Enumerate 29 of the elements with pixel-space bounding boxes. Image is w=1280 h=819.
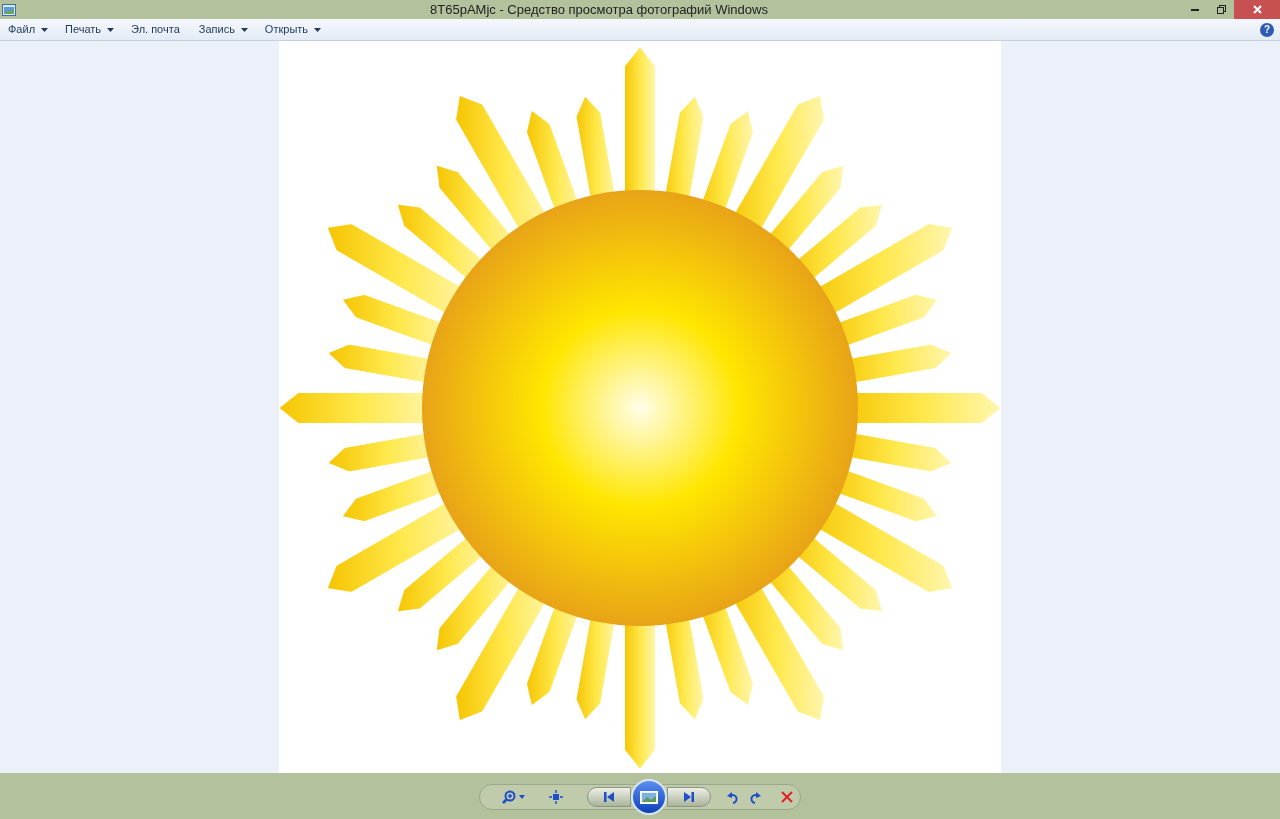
menu-item[interactable]: Запись: [194, 19, 252, 40]
close-button[interactable]: [1234, 0, 1280, 19]
app-icon[interactable]: [2, 3, 16, 16]
rotate-left-button[interactable]: [727, 790, 739, 804]
window-title: 8T65pAMjc - Средство просмотра фотографий Windows: [430, 1, 768, 17]
rotate-right-icon: [749, 790, 761, 804]
next-button[interactable]: [667, 787, 711, 807]
fit-icon: [549, 790, 563, 804]
rotate-right-button[interactable]: [749, 790, 761, 804]
previous-button[interactable]: [587, 787, 631, 807]
previous-icon: [604, 792, 614, 802]
minimize-icon: [1191, 8, 1199, 11]
slideshow-button[interactable]: [631, 779, 667, 815]
menu-item[interactable]: Открыть: [260, 19, 326, 40]
help-button[interactable]: ?: [1260, 22, 1274, 37]
close-icon: [1252, 5, 1262, 14]
menu-item[interactable]: Печать: [61, 19, 119, 40]
rotate-left-icon: [727, 790, 739, 804]
delete-icon: [781, 791, 793, 803]
next-icon: [684, 792, 694, 802]
menu-item[interactable]: Эл. почта: [127, 19, 184, 40]
zoom-icon: [502, 790, 516, 804]
restore-icon: [1216, 5, 1226, 14]
zoom-button[interactable]: [502, 790, 525, 804]
picture-icon: [640, 790, 658, 804]
menu-item[interactable]: Файл: [4, 19, 53, 40]
delete-button[interactable]: [781, 791, 793, 803]
caret-icon: [519, 795, 525, 799]
fit-window-button[interactable]: [549, 790, 563, 804]
